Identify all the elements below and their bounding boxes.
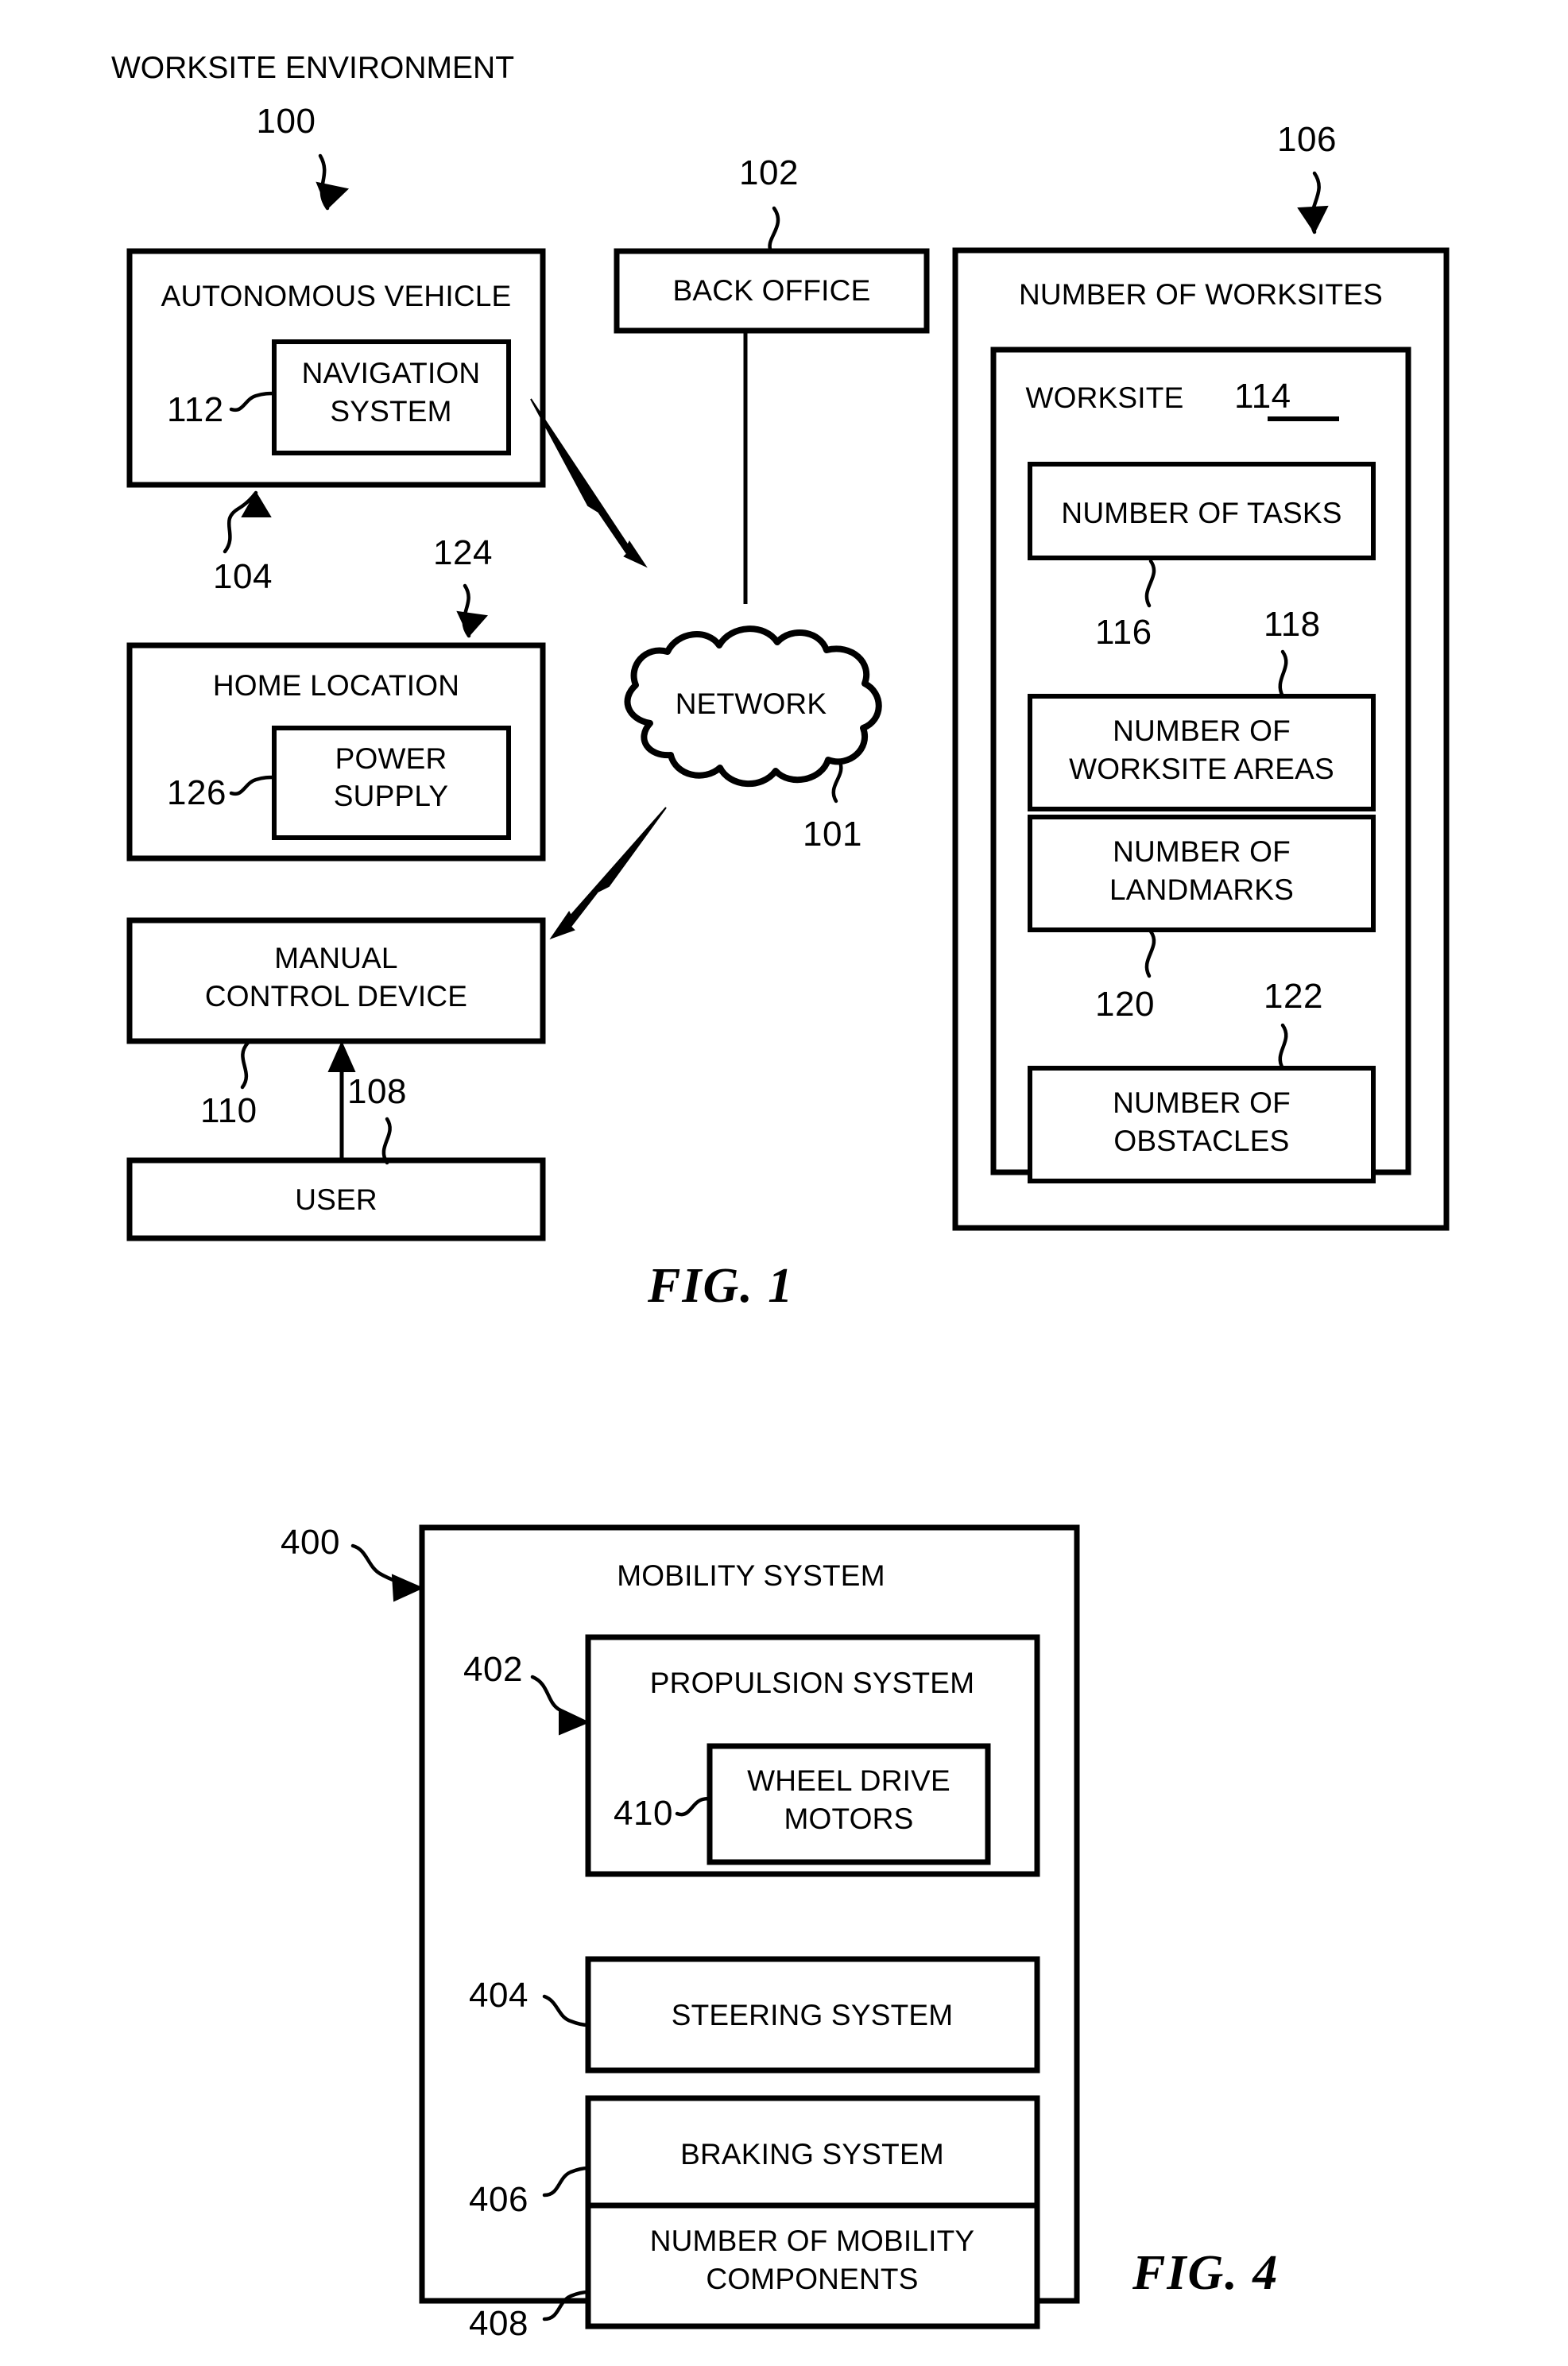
braking-system-label: BRAKING SYSTEM: [680, 2138, 944, 2170]
ref-124: 124: [433, 533, 493, 572]
navigation-system-label-line1: NAVIGATION: [302, 357, 481, 389]
ref-404: 404: [469, 1976, 528, 2015]
ref-118: 118: [1264, 605, 1321, 644]
network-label: NETWORK: [676, 687, 827, 720]
ref-408: 408: [469, 2304, 528, 2343]
ref-122: 122: [1264, 977, 1323, 1016]
number-of-worksite-areas-label-line2: WORKSITE AREAS: [1069, 753, 1334, 785]
bolt-control-network: [549, 807, 667, 939]
ref-120: 120: [1095, 985, 1155, 1024]
bolt-vehicle-network: [530, 398, 648, 568]
home-location-label: HOME LOCATION: [213, 669, 459, 702]
number-of-landmarks-label-line1: NUMBER OF: [1113, 835, 1291, 868]
figure-1-caption: FIG. 1: [647, 1259, 794, 1313]
patent-drawing-sheet: WORKSITE ENVIRONMENT 100 AUTONOMOUS VEHI…: [0, 0, 1568, 2366]
ref-104: 104: [213, 557, 273, 596]
ref-126: 126: [167, 773, 226, 812]
figures-canvas: WORKSITE ENVIRONMENT 100 AUTONOMOUS VEHI…: [111, 51, 1450, 2343]
mobility-system-label: MOBILITY SYSTEM: [617, 1559, 885, 1592]
number-of-landmarks-label-line2: LANDMARKS: [1109, 873, 1294, 906]
arrowhead-106: [1297, 205, 1329, 234]
user-label: USER: [295, 1183, 377, 1216]
figure-4-group: MOBILITY SYSTEM 400 PROPULSION SYSTEM 40…: [281, 1523, 1279, 2343]
number-of-worksite-areas-label-line1: NUMBER OF: [1113, 714, 1291, 747]
leader-110: [240, 1040, 250, 1090]
back-office-label: BACK OFFICE: [673, 274, 871, 307]
figure-4-caption: FIG. 4: [1132, 2246, 1279, 2300]
arrowhead-124: [456, 610, 488, 637]
power-supply-label-line1: POWER: [335, 742, 447, 775]
ref-101: 101: [803, 815, 862, 854]
leader-101: [831, 758, 843, 804]
wheel-drive-motors-label-line2: MOTORS: [784, 1803, 914, 1835]
ref-108: 108: [347, 1072, 407, 1111]
number-of-obstacles-label-line2: OBSTACLES: [1113, 1125, 1289, 1157]
ref-400: 400: [281, 1523, 340, 1562]
ref-406: 406: [469, 2180, 528, 2219]
number-of-mobility-components-label-line1: NUMBER OF MOBILITY: [650, 2225, 975, 2257]
number-of-worksites-label: NUMBER OF WORKSITES: [1019, 278, 1383, 311]
leader-108: [381, 1117, 392, 1165]
worksite-label: WORKSITE: [1026, 381, 1184, 414]
number-of-mobility-components-label-line2: COMPONENTS: [706, 2263, 918, 2295]
ref-114: 114: [1234, 377, 1291, 416]
ref-102: 102: [739, 153, 799, 192]
ref-410: 410: [614, 1794, 673, 1833]
steering-system-label: STEERING SYSTEM: [672, 1999, 954, 2031]
wheel-drive-motors-label-line1: WHEEL DRIVE: [747, 1764, 950, 1797]
arrowhead-100: [316, 181, 350, 210]
ref-116: 116: [1095, 613, 1152, 652]
autonomous-vehicle-label: AUTONOMOUS VEHICLE: [161, 280, 512, 312]
navigation-system-label-line2: SYSTEM: [330, 395, 451, 428]
leader-102: [768, 206, 780, 254]
figure-1-group: WORKSITE ENVIRONMENT 100 AUTONOMOUS VEHI…: [111, 51, 1450, 1313]
power-supply-label-line2: SUPPLY: [334, 780, 448, 812]
number-of-tasks-label: NUMBER OF TASKS: [1061, 497, 1342, 529]
ref-110: 110: [200, 1091, 257, 1130]
ref-106: 106: [1277, 120, 1337, 159]
ref-100: 100: [257, 102, 316, 141]
number-of-obstacles-label-line1: NUMBER OF: [1113, 1086, 1291, 1119]
arrowhead-user-to-control: [327, 1040, 356, 1072]
manual-control-device-label-line1: MANUAL: [274, 942, 397, 974]
worksite-environment-title: WORKSITE ENVIRONMENT: [111, 51, 514, 85]
propulsion-system-label: PROPULSION SYSTEM: [650, 1667, 974, 1699]
manual-control-device-label-line2: CONTROL DEVICE: [205, 980, 467, 1013]
ref-402: 402: [463, 1650, 523, 1689]
arrowhead-400: [391, 1574, 424, 1602]
ref-112: 112: [167, 390, 224, 429]
